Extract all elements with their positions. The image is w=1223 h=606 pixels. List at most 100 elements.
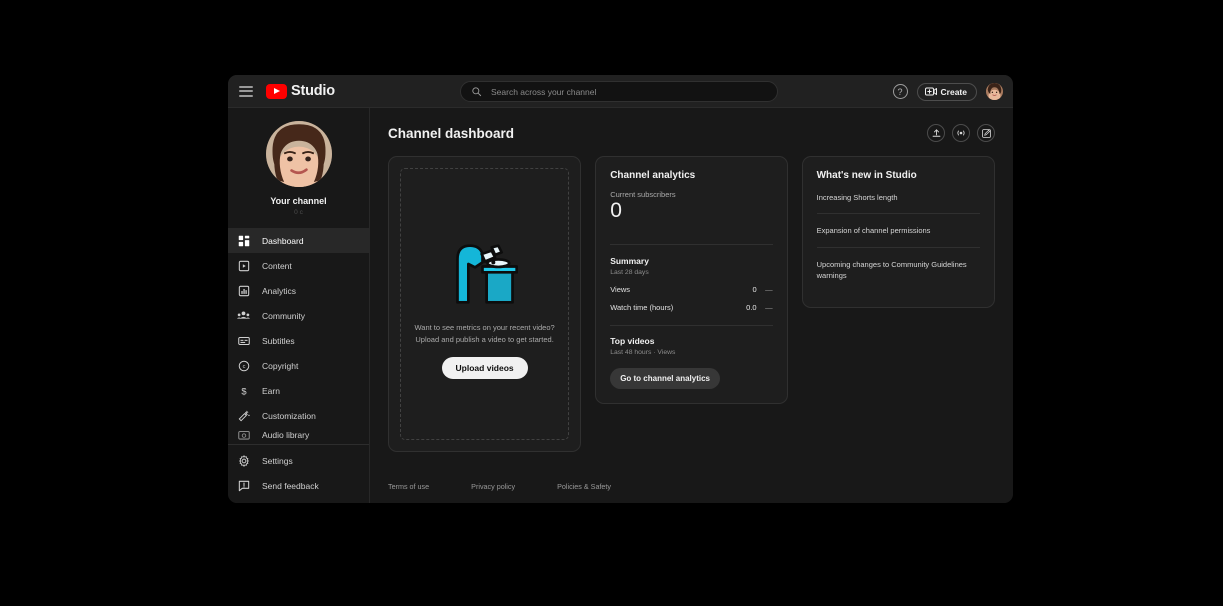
sidebar-label: Analytics [262,286,296,296]
sidebar-item-analytics[interactable]: Analytics [228,278,369,303]
sidebar-label: Community [262,311,305,321]
earn-icon: $ [236,383,251,398]
brand-text: Studio [291,83,335,99]
create-post-icon[interactable] [977,124,995,142]
dashboard-icon [236,233,251,248]
svg-text:$: $ [241,386,247,396]
upload-dropzone[interactable]: Want to see metrics on your recent video… [400,168,569,440]
sidebar-item-settings[interactable]: Settings [228,448,369,473]
current-subscribers-value: 0 [610,200,772,222]
current-subscribers-label: Current subscribers [610,190,772,199]
help-icon[interactable]: ? [893,84,908,99]
sidebar-item-dashboard[interactable]: Dashboard [228,228,369,253]
search-input[interactable] [491,87,731,97]
studio-logo[interactable]: Studio [266,83,335,99]
footer-links: Terms of use Privacy policy Policies & S… [388,482,611,491]
sidebar-bottom: Settings Send feedback [228,442,369,503]
desktop-background: Studio ? Create [0,0,1223,606]
footer-link-policies[interactable]: Policies & Safety [557,482,611,491]
sidebar-label: Copyright [262,361,298,371]
analytics-divider-1 [610,244,772,245]
upload-videos-icon[interactable] [927,124,945,142]
create-button[interactable]: Create [917,83,977,101]
channel-subscribers: 0 c [294,209,303,216]
metric-row: Watch time (hours) 0.0 — [610,303,772,312]
analytics-icon [236,283,251,298]
create-button-label: Create [941,87,967,97]
analytics-card-title: Channel analytics [610,170,772,181]
upload-card: Want to see metrics on your recent video… [388,156,581,452]
sidebar-label: Send feedback [262,481,319,491]
metric-name: Views [610,285,752,294]
channel-avatar[interactable] [266,121,332,187]
copyright-icon: c [236,358,251,373]
sidebar-label: Settings [262,456,293,466]
dashboard-cards: Want to see metrics on your recent video… [388,156,995,452]
sidebar-item-copyright[interactable]: c Copyright [228,353,369,378]
sidebar-item-community[interactable]: Community [228,303,369,328]
go-to-channel-analytics-button[interactable]: Go to channel analytics [610,368,720,389]
news-item[interactable]: Upcoming changes to Community Guidelines… [817,248,980,292]
analytics-divider-2 [610,325,772,326]
window-body: Your channel 0 c Dashboa [228,108,1013,503]
subtitles-icon [236,333,251,348]
sidebar-divider [228,444,369,445]
page-header: Channel dashboard [388,124,995,142]
page-header-actions [927,124,995,142]
sidebar-item-subtitles[interactable]: Subtitles [228,328,369,353]
news-item[interactable]: Increasing Shorts length [817,181,980,213]
upload-illustration [443,229,527,309]
top-videos-title: Top videos [610,336,772,346]
sidebar-label: Dashboard [262,236,304,246]
main-content: Channel dashboard [370,108,1013,503]
sidebar-label: Audio library [262,430,309,440]
search-bar[interactable] [460,81,778,102]
top-bar-actions: ? Create [893,75,1003,108]
youtube-studio-window: Studio ? Create [228,75,1013,503]
sidebar-label: Customization [262,411,316,421]
upload-card-text: Want to see metrics on your recent video… [414,322,554,345]
search-icon [471,86,482,97]
channel-name: Your channel [270,196,326,206]
upload-card-line1: Want to see metrics on your recent video… [414,322,554,334]
metric-row: Views 0 — [610,285,772,294]
customization-icon [236,408,251,423]
metric-trend: — [757,303,773,312]
footer-link-terms[interactable]: Terms of use [388,482,429,491]
sidebar-item-send-feedback[interactable]: Send feedback [228,473,369,498]
community-icon [236,308,251,323]
go-live-icon[interactable] [952,124,970,142]
sidebar-label: Content [262,261,292,271]
page-title: Channel dashboard [388,126,514,141]
youtube-play-icon [266,84,287,99]
camera-plus-icon [925,87,937,96]
news-item[interactable]: Expansion of channel permissions [817,214,980,246]
footer-link-privacy[interactable]: Privacy policy [471,482,515,491]
feedback-icon [236,478,251,493]
channel-analytics-card: Channel analytics Current subscribers 0 … [595,156,787,404]
sidebar-item-earn[interactable]: $ Earn [228,378,369,403]
sidebar-label: Subtitles [262,336,295,346]
metric-trend: — [757,285,773,294]
whats-new-card: What's new in Studio Increasing Shorts l… [802,156,995,308]
whats-new-title: What's new in Studio [817,170,980,181]
guide-menu-icon[interactable] [239,86,253,97]
account-avatar[interactable] [986,83,1003,100]
sidebar-label: Earn [262,386,280,396]
channel-block: Your channel 0 c [228,108,369,216]
sidebar: Your channel 0 c Dashboa [228,108,370,503]
content-icon [236,258,251,273]
top-videos-subtitle: Last 48 hours · Views [610,349,772,356]
upload-card-line2: Upload and publish a video to get starte… [414,334,554,346]
audio-library-icon [236,428,251,442]
sidebar-item-customization[interactable]: Customization [228,403,369,428]
metric-name: Watch time (hours) [610,303,746,312]
channel-avatar-image [266,121,332,187]
svg-text:c: c [242,364,245,370]
avatar-image [986,83,1003,100]
gear-icon [236,453,251,468]
sidebar-item-audio-library[interactable]: Audio library [228,428,369,442]
top-bar: Studio ? Create [228,75,1013,108]
sidebar-item-content[interactable]: Content [228,253,369,278]
upload-videos-button[interactable]: Upload videos [442,357,528,379]
